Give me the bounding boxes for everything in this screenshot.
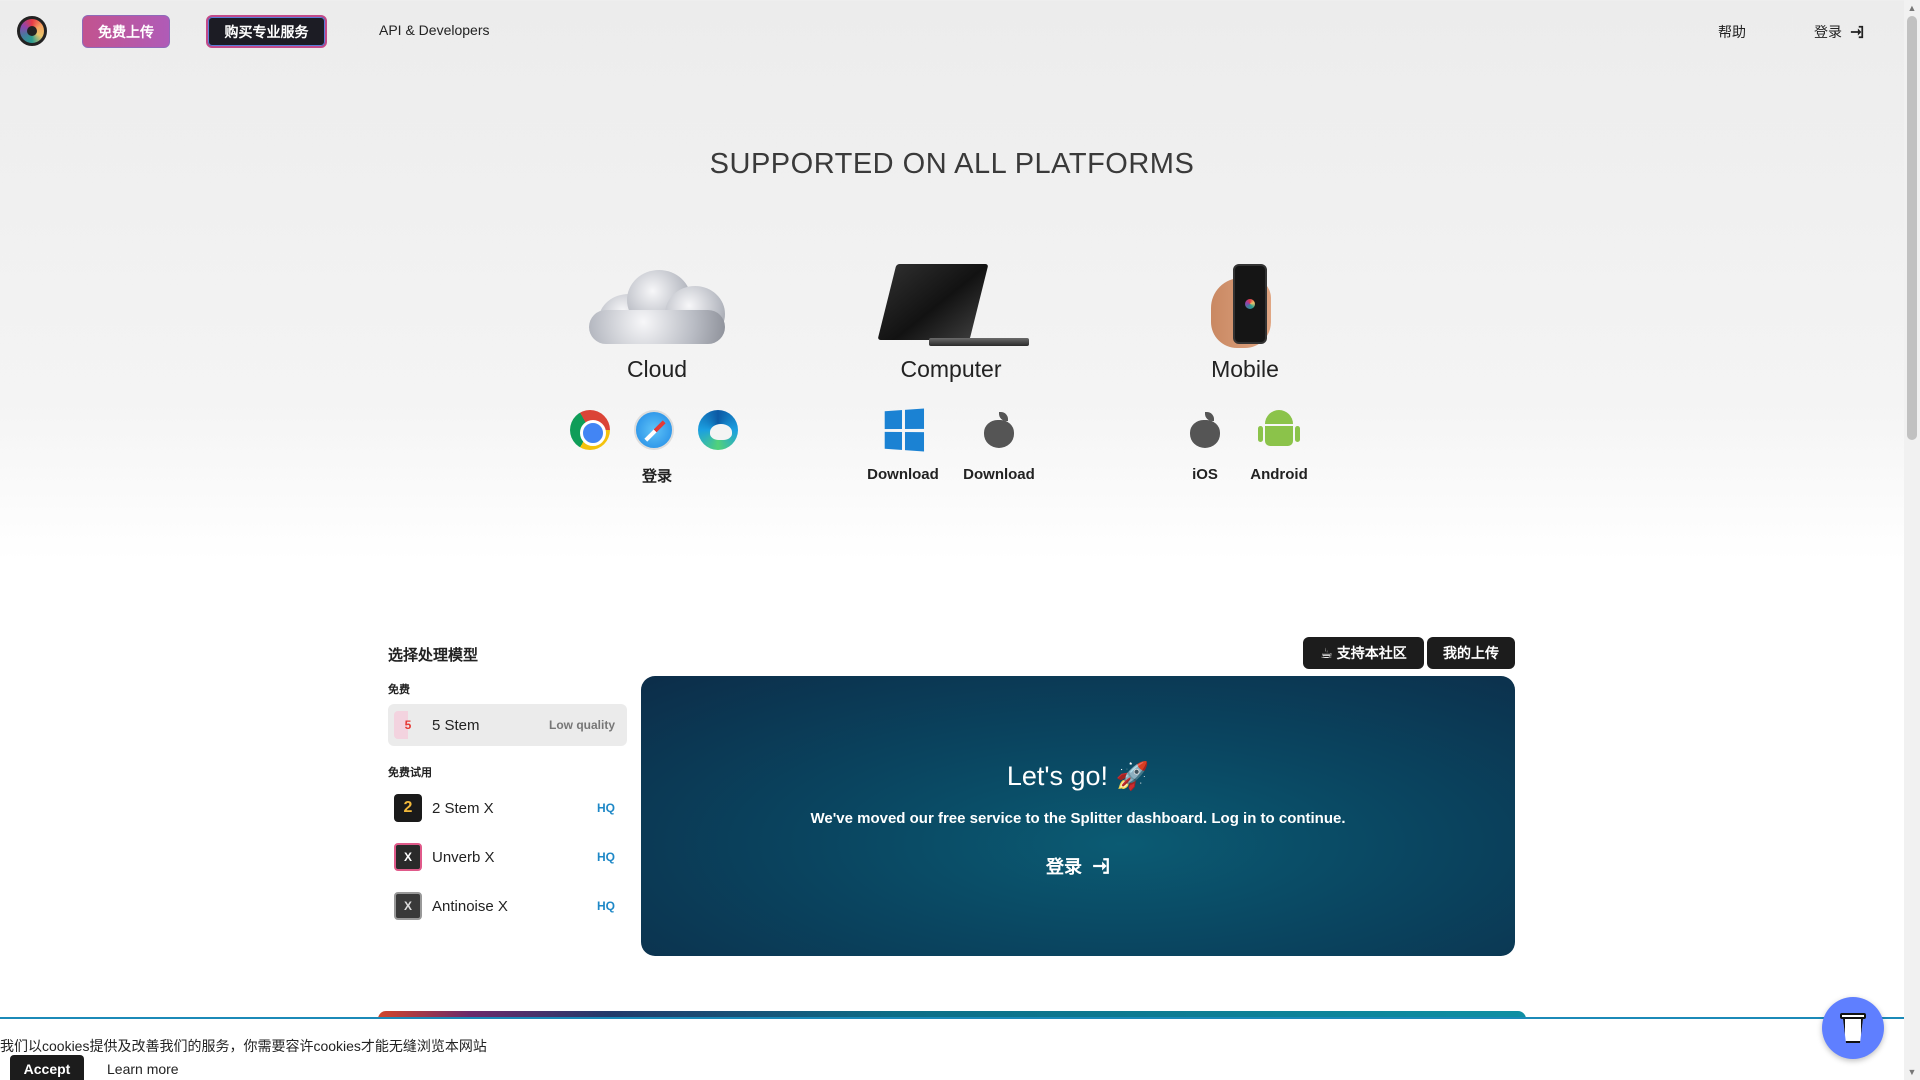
laptop-illustration [831, 262, 1071, 350]
panel-login-button[interactable]: 登录 [1046, 853, 1110, 879]
buy-me-coffee-button[interactable] [1822, 997, 1884, 1059]
hq-badge: HQ [597, 899, 615, 913]
mac-download-label: Download [963, 466, 1035, 483]
top-nav: 免费上传 购买专业服务 API & Developers 帮助 登录 [0, 0, 1904, 64]
free-upload-button[interactable]: 免费上传 [82, 15, 170, 48]
unverb-icon: X [394, 843, 422, 871]
ios-app[interactable]: iOS [1180, 408, 1230, 483]
model-item-5-stem[interactable]: 5 5 Stem Low quality [388, 704, 627, 746]
panel-heading: Let's go! 🚀 [1006, 761, 1150, 791]
windows-download[interactable]: Download [867, 408, 939, 483]
buy-pro-button[interactable]: 购买专业服务 [206, 15, 327, 48]
apple-icon [1190, 412, 1220, 448]
mac-download[interactable]: Download [963, 408, 1035, 483]
page-scrollbar[interactable]: ▲ ▼ [1904, 0, 1920, 1080]
trial-group-label: 免费试用 [388, 767, 432, 779]
hq-badge: HQ [597, 801, 615, 815]
lets-go-panel: Let's go! 🚀 We've moved our free service… [641, 676, 1515, 956]
help-link[interactable]: 帮助 [1718, 22, 1746, 42]
cloud-login-link[interactable]: 登录 [642, 465, 672, 486]
cup-icon [1840, 1013, 1866, 1043]
quality-badge: Low quality [549, 718, 615, 732]
platform-mobile: Mobile [1125, 262, 1365, 383]
model-name: Antinoise X [432, 897, 508, 915]
free-group-label: 免费 [388, 684, 410, 696]
login-label: 登录 [1814, 24, 1842, 40]
model-name: 2 Stem X [432, 799, 494, 817]
windows-icon [884, 408, 925, 452]
sign-in-icon [1093, 858, 1109, 874]
api-developers-link[interactable]: API & Developers [379, 22, 490, 38]
model-section-title: 选择处理模型 [388, 647, 479, 664]
android-app[interactable]: Android [1244, 408, 1314, 483]
chrome-icon[interactable] [570, 410, 610, 450]
model-name: 5 Stem [432, 716, 480, 734]
my-uploads-button[interactable]: 我的上传 [1427, 637, 1515, 669]
edge-icon[interactable] [698, 410, 738, 450]
android-label: Android [1250, 466, 1308, 483]
antinoise-icon: X [394, 892, 422, 920]
platforms-heading: SUPPORTED ON ALL PLATFORMS [709, 148, 1195, 180]
coffee-icon: ☕ [1320, 644, 1333, 661]
browser-icons [570, 410, 738, 450]
login-link[interactable]: 登录 [1814, 22, 1864, 42]
cookie-text: 我们以cookies提供及改善我们的服务，你需要容许cookies才能无缝浏览本… [0, 1038, 487, 1054]
platform-name-mobile: Mobile [1211, 356, 1279, 382]
scroll-up-icon[interactable]: ▲ [1904, 0, 1920, 16]
support-community-label: 支持本社区 [1336, 645, 1407, 661]
apple-icon [984, 412, 1014, 448]
panel-message: We've moved our free service to the Spli… [810, 810, 1346, 827]
scrollbar-thumb[interactable] [1907, 16, 1917, 440]
two-stem-icon: 2 [394, 794, 422, 822]
scroll-down-icon[interactable]: ▼ [1904, 1064, 1920, 1080]
cookie-banner: 我们以cookies提供及改善我们的服务，你需要容许cookies才能无缝浏览本… [0, 1017, 1904, 1080]
cookie-accept-button[interactable]: Accept [10, 1055, 84, 1080]
model-name: Unverb X [432, 848, 495, 866]
model-item-antinoise-x[interactable]: X Antinoise X HQ [388, 885, 627, 927]
phone-illustration [1125, 262, 1365, 350]
platform-name-cloud: Cloud [626, 356, 688, 382]
sign-in-icon [1850, 25, 1864, 39]
model-item-2-stem-x[interactable]: 2 2 Stem X HQ [388, 787, 627, 829]
platform-cloud: Cloud [537, 262, 777, 383]
platform-name-computer: Computer [900, 356, 1002, 382]
panel-login-label: 登录 [1046, 857, 1082, 877]
stems-icon: 5 [394, 711, 422, 739]
cookie-learn-more-link[interactable]: Learn more [107, 1061, 179, 1077]
ios-label: iOS [1192, 466, 1218, 483]
hq-badge: HQ [597, 850, 615, 864]
platform-computer: Computer [831, 262, 1071, 383]
model-item-unverb-x[interactable]: X Unverb X HQ [388, 836, 627, 878]
safari-icon[interactable] [634, 410, 674, 450]
windows-download-label: Download [867, 466, 939, 483]
site-logo[interactable] [17, 16, 47, 46]
android-icon [1258, 410, 1300, 450]
support-community-button[interactable]: ☕ 支持本社区 [1303, 637, 1424, 669]
cloud-illustration [537, 262, 777, 350]
